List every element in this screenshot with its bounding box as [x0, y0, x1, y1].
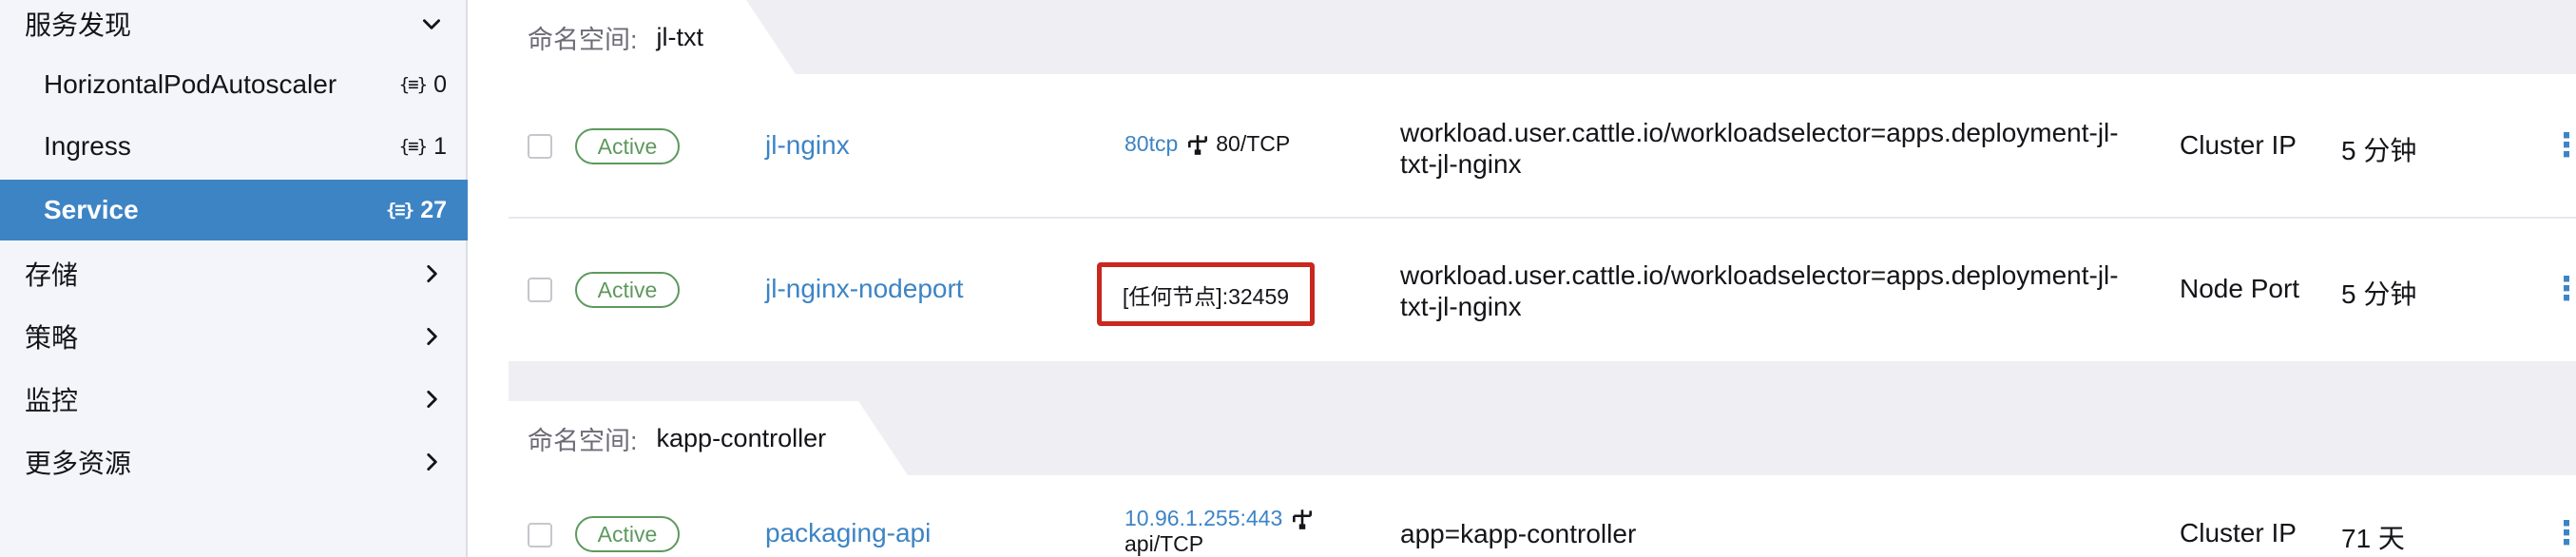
nav-group-more-resources[interactable]: 更多资源	[0, 432, 468, 492]
service-age: 71 天	[2341, 524, 2405, 553]
nav-group-label: 存储	[25, 260, 79, 290]
port-link[interactable]: 10.96.1.255:443	[1125, 506, 1282, 531]
kebab-menu-icon[interactable]: ⋮	[2550, 517, 2576, 549]
resource-count: {≡} 0	[399, 71, 468, 99]
status-badge: Active	[575, 272, 680, 308]
nav-group-monitoring[interactable]: 监控	[0, 369, 468, 430]
row-checkbox[interactable]	[528, 523, 552, 547]
status-badge: Active	[575, 128, 680, 164]
resource-count-value: 0	[433, 70, 447, 98]
service-type: Cluster IP	[2180, 130, 2297, 160]
nav-group-policy[interactable]: 策略	[0, 306, 468, 367]
nav-group-service-discovery[interactable]: 服务发现	[0, 0, 468, 54]
table-row: Active packaging-api 10.96.1.255:443 api…	[509, 475, 2576, 557]
namespace-name: kapp-controller	[656, 423, 827, 452]
namespace-group-tab: 命名空间: jl-txt	[509, 0, 796, 74]
sidebar-item-label: HorizontalPodAutoscaler	[44, 69, 337, 99]
kebab-menu-icon[interactable]: ⋮	[2550, 273, 2576, 305]
port-link[interactable]: 80tcp	[1125, 131, 1178, 157]
service-type: Cluster IP	[2180, 518, 2297, 547]
port-cell: 10.96.1.255:443 api/TCP	[1125, 506, 1320, 557]
port-cell: 80tcp 80/TCP	[1125, 131, 1290, 157]
sidebar-item-hpa[interactable]: HorizontalPodAutoscaler {≡} 0	[0, 54, 468, 115]
resource-count-icon: {≡}	[398, 74, 428, 95]
row-checkbox[interactable]	[528, 134, 552, 159]
network-icon	[1293, 509, 1313, 529]
row-checkbox[interactable]	[528, 278, 552, 302]
resource-count-value: 27	[420, 196, 447, 223]
service-name-link[interactable]: jl-nginx	[765, 130, 850, 161]
resource-count-icon: {≡}	[398, 136, 428, 157]
namespace-name: jl-txt	[656, 22, 704, 51]
table-row: Active jl-nginx 80tcp 80/TCP workload.us…	[509, 74, 2576, 219]
nav-group-label: 服务发现	[25, 10, 132, 40]
chevron-right-icon	[411, 378, 452, 420]
service-age: 5 分钟	[2341, 279, 2417, 309]
node-port-highlight[interactable]: [任何节点]:32459	[1097, 262, 1315, 326]
nav-group-label: 策略	[25, 323, 79, 353]
port-protocol: api/TCP	[1125, 531, 1204, 556]
sidebar-item-ingress[interactable]: Ingress {≡} 1	[0, 116, 468, 177]
namespace-group-header	[509, 0, 2576, 74]
chevron-right-icon	[411, 441, 452, 483]
nav-group-label: 更多资源	[25, 449, 132, 478]
sidebar-item-service[interactable]: Service {≡} 27	[0, 180, 468, 240]
nav-group-label: 监控	[25, 386, 79, 415]
service-type: Node Port	[2180, 274, 2300, 303]
status-badge: Active	[575, 516, 680, 552]
nav-group-storage[interactable]: 存储	[0, 243, 468, 304]
service-age: 5 分钟	[2341, 136, 2417, 165]
network-icon	[1188, 134, 1208, 155]
selector-text: workload.user.cattle.io/workloadselector…	[1400, 260, 2119, 321]
selector-text: workload.user.cattle.io/workloadselector…	[1400, 118, 2119, 179]
sidebar-item-label: Service	[44, 195, 139, 224]
port-protocol: 80/TCP	[1216, 131, 1291, 156]
sidebar-item-label: Ingress	[44, 131, 131, 161]
selector-text: app=kapp-controller	[1400, 519, 1637, 548]
chevron-right-icon	[411, 253, 452, 295]
sidebar: 服务发现 HorizontalPodAutoscaler {≡} 0 Ingre…	[0, 0, 468, 557]
service-name-link[interactable]: jl-nginx-nodeport	[765, 274, 964, 304]
namespace-label: 命名空间:	[528, 25, 638, 54]
resource-count: {≡} 27	[386, 197, 468, 224]
table-row: Active jl-nginx-nodeport workload.user.c…	[509, 219, 2576, 361]
chevron-down-icon	[411, 3, 452, 45]
resource-count: {≡} 1	[399, 133, 468, 161]
namespace-group-tab: 命名空间: kapp-controller	[509, 401, 908, 475]
kebab-menu-icon[interactable]: ⋮	[2550, 129, 2576, 162]
resource-count-icon: {≡}	[385, 200, 414, 221]
namespace-label: 命名空间:	[528, 426, 638, 455]
services-table: 命名空间: jl-txt Active jl-nginx 80tcp 80/TC…	[509, 0, 2576, 557]
chevron-right-icon	[411, 316, 452, 357]
resource-count-value: 1	[433, 132, 447, 160]
service-name-link[interactable]: packaging-api	[765, 518, 931, 548]
